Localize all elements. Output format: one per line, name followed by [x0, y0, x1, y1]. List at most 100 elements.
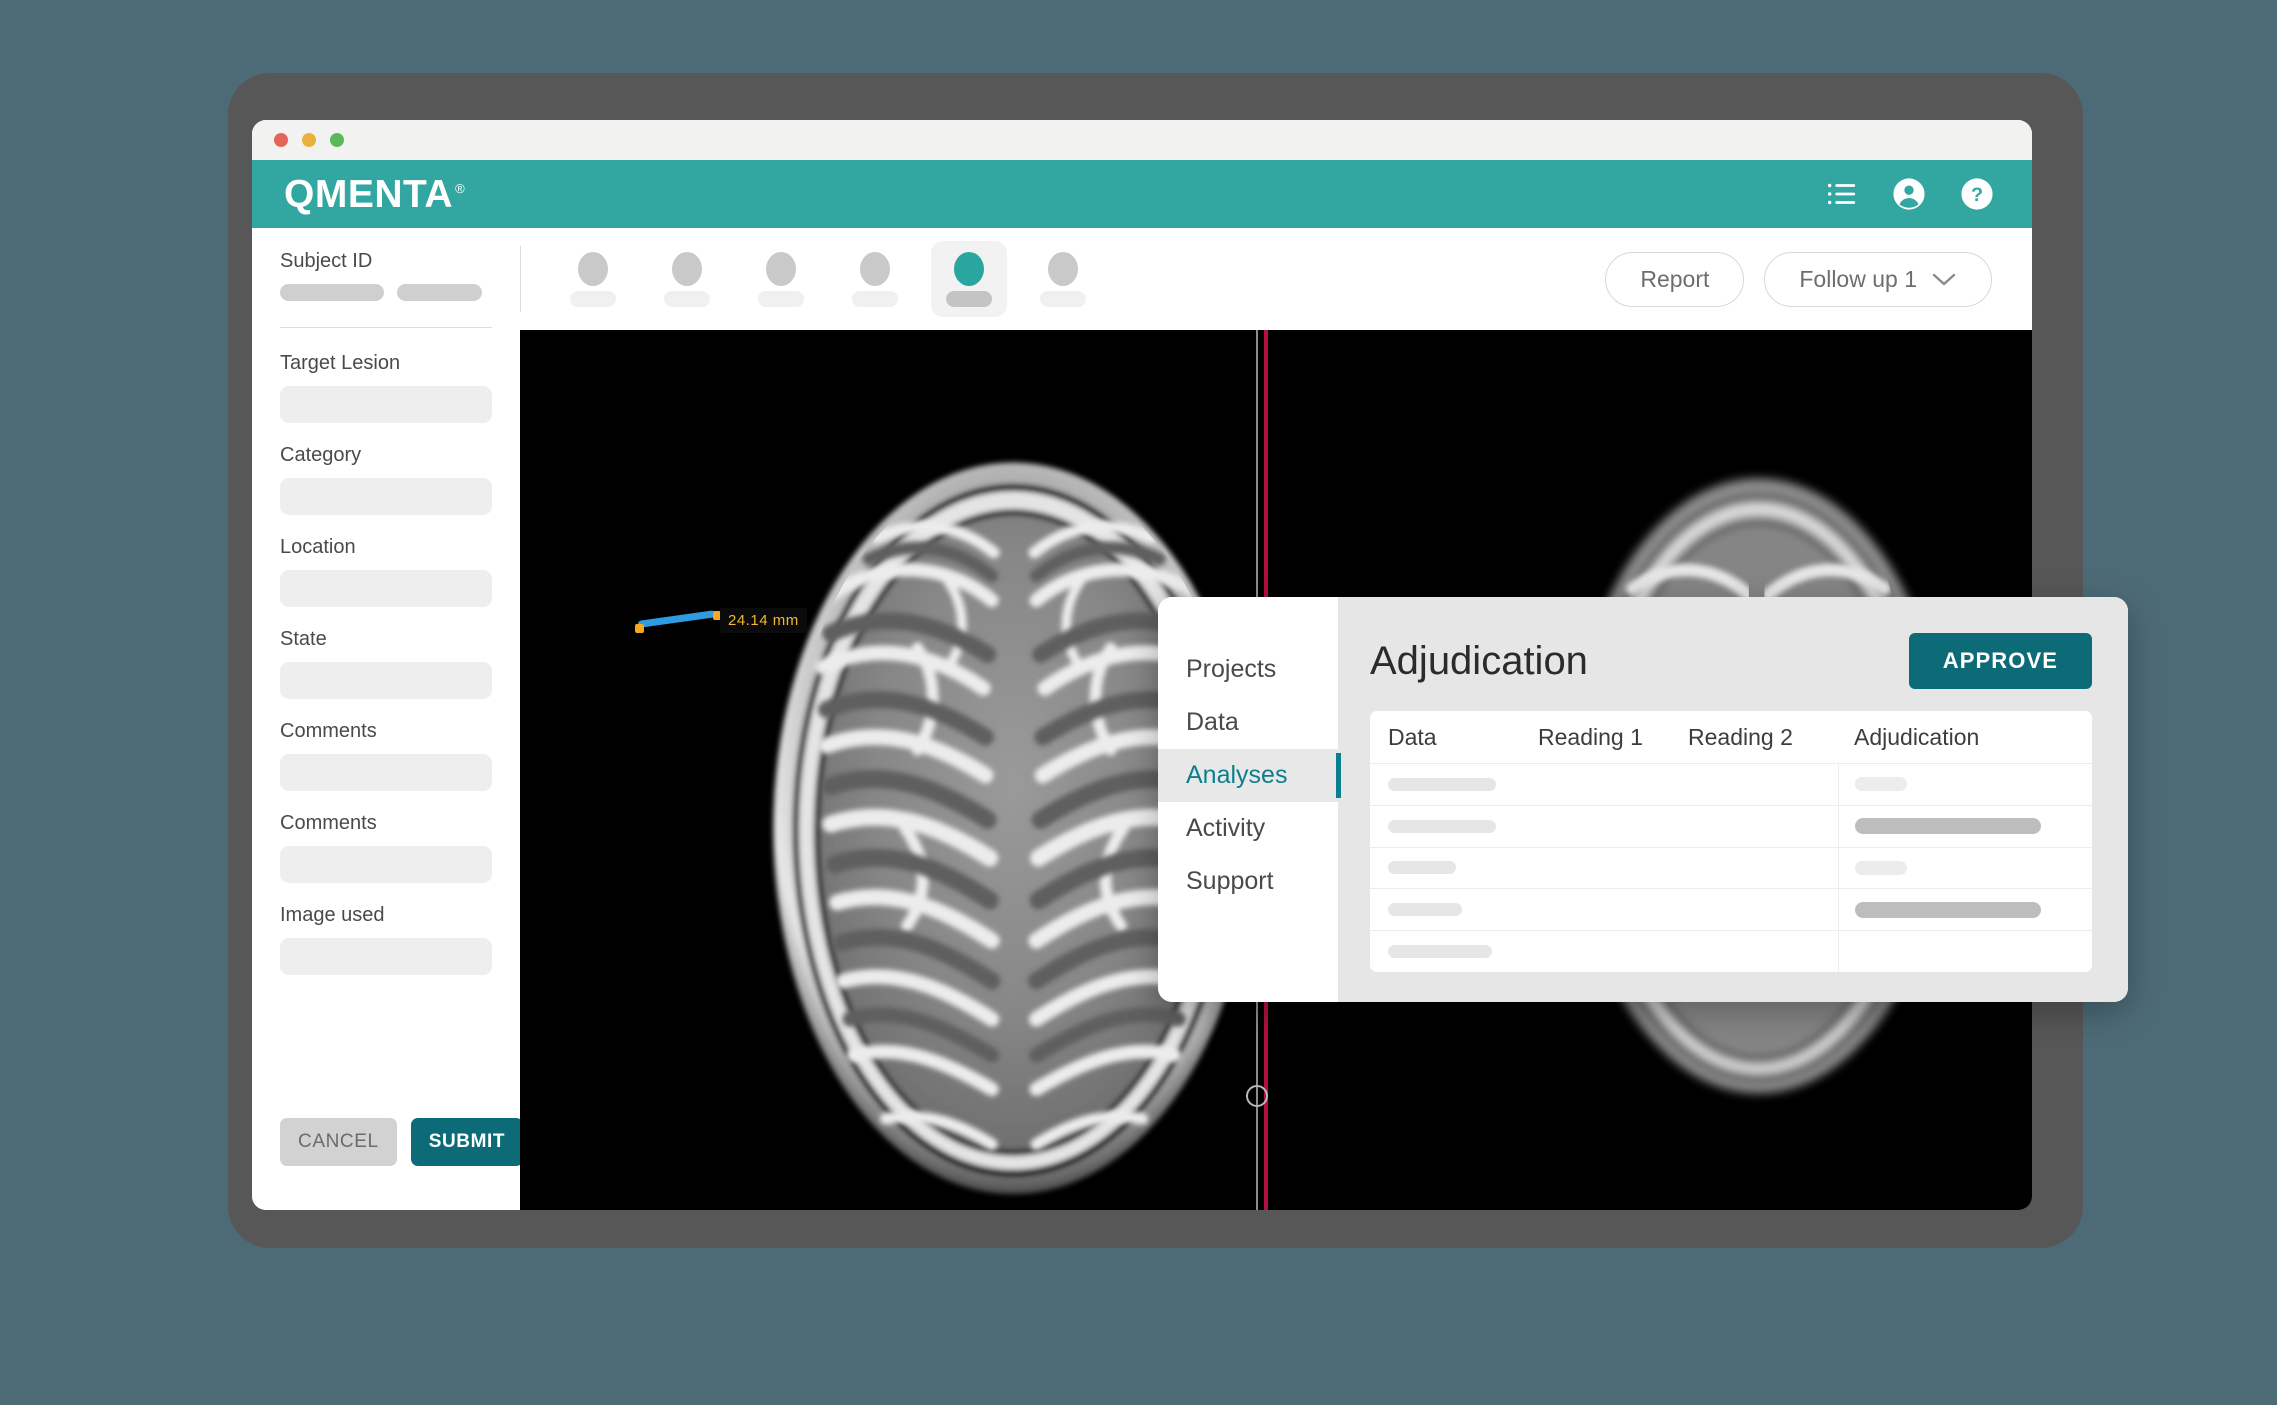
- field-label: Target Lesion: [280, 352, 401, 374]
- timepoint-avatar-4[interactable]: [837, 241, 913, 317]
- timepoint-avatar-3[interactable]: [743, 241, 819, 317]
- subject-id-section: Subject ID: [280, 250, 492, 301]
- adjudication-placeholder: [1855, 860, 1907, 875]
- follow-up-label: Follow up 1: [1799, 265, 1917, 292]
- nav-label: Data: [1186, 708, 1239, 736]
- field-label: Image used: [280, 904, 385, 926]
- field-label: Category: [280, 444, 362, 466]
- top-action-group: Report Follow up 1: [1605, 251, 1992, 307]
- row-data-placeholder: [1388, 861, 1456, 875]
- report-button[interactable]: Report: [1605, 251, 1745, 307]
- submit-button[interactable]: SUBMIT: [410, 1118, 524, 1166]
- adjudication-table: Data Reading 1 Reading 2 Adjudication: [1370, 711, 2092, 972]
- subject-id-pill-1: [280, 284, 384, 301]
- registered-mark: ®: [455, 180, 466, 196]
- avatar-head-icon: [766, 251, 796, 286]
- field-location: Location: [280, 536, 492, 607]
- row-data-placeholder: [1388, 903, 1462, 917]
- chevron-down-icon: [1931, 271, 1957, 287]
- avatar-head-icon: [578, 251, 608, 286]
- modal-main: Adjudication APPROVE Data Reading 1 Read…: [1338, 597, 2128, 1002]
- measurement-handle-start[interactable]: [635, 624, 644, 633]
- column-header-data: Data: [1388, 723, 1437, 750]
- avatar-head-icon: [954, 251, 984, 286]
- adjudication-modal: Projects Data Analyses Activity Support …: [1158, 597, 2128, 1002]
- list-icon[interactable]: [1824, 177, 1858, 211]
- maximize-window-dot[interactable]: [330, 133, 344, 147]
- nav-item-data[interactable]: Data: [1158, 696, 1338, 749]
- nav-item-analyses[interactable]: Analyses: [1158, 749, 1341, 802]
- table-row[interactable]: [1370, 804, 2092, 847]
- field-label: Comments: [280, 720, 377, 742]
- field-label: Location: [280, 536, 356, 558]
- timepoint-avatar-1[interactable]: [555, 241, 631, 317]
- nav-item-activity[interactable]: Activity: [1158, 802, 1338, 855]
- avatar-body-icon: [946, 290, 992, 307]
- avatar-body-icon: [664, 290, 710, 307]
- qmenta-logo[interactable]: QMENTA ®: [284, 175, 465, 214]
- close-window-dot[interactable]: [274, 133, 288, 147]
- timepoint-avatar-2[interactable]: [649, 241, 725, 317]
- timepoint-avatar-row: [555, 241, 1101, 317]
- nav-item-support[interactable]: Support: [1158, 855, 1338, 908]
- field-comments-2: Comments: [280, 812, 492, 883]
- follow-up-dropdown[interactable]: Follow up 1: [1764, 251, 1992, 307]
- column-header-reading-1: Reading 1: [1538, 723, 1643, 750]
- avatar-body-icon: [852, 290, 898, 307]
- cancel-button[interactable]: CANCEL: [280, 1118, 397, 1166]
- target-lesion-input[interactable]: [280, 386, 492, 423]
- location-input[interactable]: [280, 570, 492, 607]
- comments-input-1[interactable]: [280, 754, 492, 791]
- avatar-body-icon: [758, 290, 804, 307]
- subject-id-placeholder: [280, 284, 492, 301]
- account-circle-icon[interactable]: [1892, 177, 1926, 211]
- form-actions: CANCEL SUBMIT: [280, 1118, 524, 1210]
- modal-header: Adjudication APPROVE: [1370, 633, 2092, 689]
- table-row[interactable]: [1370, 846, 2092, 889]
- lesion-form-sidebar: Subject ID Target Lesion Category Locati…: [252, 228, 524, 1210]
- table-row[interactable]: [1370, 930, 2092, 972]
- row-data-placeholder: [1388, 819, 1496, 833]
- nav-item-projects[interactable]: Projects: [1158, 643, 1338, 696]
- avatar-head-icon: [672, 251, 702, 286]
- sidebar-divider: [280, 327, 492, 328]
- timepoint-avatar-6[interactable]: [1025, 241, 1101, 317]
- app-header: QMENTA ® ?: [252, 160, 2032, 228]
- brand-text: QMENTA: [284, 172, 454, 216]
- nav-label: Activity: [1186, 814, 1266, 842]
- field-image-used: Image used: [280, 904, 492, 975]
- measurement-label: 24.14 mm: [720, 608, 807, 633]
- minimize-window-dot[interactable]: [302, 133, 316, 147]
- adjudication-empty-cell: [1838, 931, 2092, 972]
- bar-divider: [520, 246, 521, 312]
- modal-title: Adjudication: [1370, 638, 1588, 683]
- field-label: Comments: [280, 812, 377, 834]
- avatar-body-icon: [570, 290, 616, 307]
- adjudication-placeholder: [1855, 777, 1907, 792]
- row-data-placeholder: [1388, 777, 1496, 791]
- avatar-head-icon: [1048, 251, 1078, 286]
- approve-button[interactable]: APPROVE: [1908, 633, 2092, 689]
- field-comments-1: Comments: [280, 720, 492, 791]
- modal-nav: Projects Data Analyses Activity Support: [1158, 597, 1341, 1002]
- category-input[interactable]: [280, 478, 492, 515]
- crosshair-handle[interactable]: [1246, 1085, 1268, 1107]
- field-state: State: [280, 628, 492, 699]
- state-input[interactable]: [280, 662, 492, 699]
- subject-id-label: Subject ID: [280, 250, 373, 272]
- adjudication-placeholder: [1855, 901, 2041, 918]
- table-row[interactable]: [1370, 763, 2092, 805]
- svg-text:?: ?: [1971, 184, 1983, 206]
- column-header-reading-2: Reading 2: [1688, 723, 1793, 750]
- column-header-adjudication: Adjudication: [1854, 723, 1980, 750]
- timepoint-avatar-5-selected[interactable]: [931, 241, 1007, 317]
- comments-input-2[interactable]: [280, 846, 492, 883]
- help-circle-icon[interactable]: ?: [1960, 177, 1994, 211]
- image-used-input[interactable]: [280, 938, 492, 975]
- report-label: Report: [1640, 265, 1710, 292]
- avatar-body-icon: [1040, 290, 1086, 307]
- nav-label: Support: [1186, 867, 1274, 895]
- table-row[interactable]: [1370, 888, 2092, 931]
- adjudication-placeholder: [1855, 818, 2041, 835]
- field-category: Category: [280, 444, 492, 515]
